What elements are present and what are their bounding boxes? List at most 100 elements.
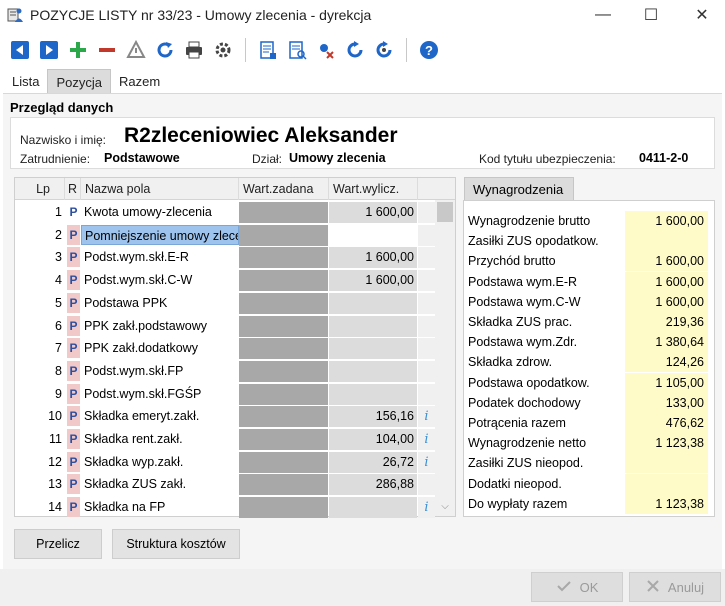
- tab-pozycja[interactable]: Pozycja: [47, 69, 111, 93]
- salary-label: Do wypłaty razem: [468, 496, 568, 511]
- table-row[interactable]: 12 P Składka wyp.zakł. 26,72 i: [15, 451, 435, 474]
- cell-name[interactable]: Składka wyp.zakł.: [81, 451, 239, 473]
- cell-wart-zadana[interactable]: [239, 429, 328, 450]
- tab-razem[interactable]: Razem: [111, 69, 168, 93]
- remove-icon[interactable]: [95, 38, 119, 62]
- cell-r: P: [67, 497, 80, 518]
- info-icon[interactable]: i: [418, 497, 435, 519]
- cell-name[interactable]: PPK zakł.podstawowy: [81, 315, 239, 337]
- anuluj-button[interactable]: Anuluj: [629, 572, 721, 602]
- table-row[interactable]: 8 P Podst.wym.skł.FP: [15, 360, 435, 383]
- table-row[interactable]: 10 P Składka emeryt.zakł. 156,16 i: [15, 405, 435, 428]
- cell-name[interactable]: Kwota umowy-zlecenia: [81, 201, 239, 223]
- info-icon[interactable]: [418, 292, 435, 314]
- cell-wart-zadana[interactable]: [239, 451, 328, 473]
- salary-value: 1 105,00: [625, 372, 708, 393]
- cell-wart-zadana[interactable]: [239, 315, 328, 337]
- scroll-down-icon[interactable]: ⌵: [435, 501, 455, 512]
- warning-icon[interactable]: [124, 38, 148, 62]
- table-row[interactable]: 9 P Podst.wym.skł.FGŚP: [15, 383, 435, 406]
- scrollbar-thumb[interactable]: [437, 202, 453, 222]
- info-icon[interactable]: [418, 247, 435, 269]
- table-row[interactable]: 2PPomniejszenie umowy zlecenia: [15, 224, 435, 247]
- cell-wart-zadana[interactable]: [239, 224, 328, 246]
- department-value: Umowy zlecenia: [289, 151, 386, 165]
- cell-r: P: [67, 429, 80, 449]
- tools-icon[interactable]: [314, 38, 338, 62]
- employment-label: Zatrudnienie:: [20, 152, 91, 166]
- check-icon: [556, 579, 572, 596]
- info-icon[interactable]: i: [418, 451, 435, 473]
- tab-lista[interactable]: Lista: [4, 69, 47, 93]
- ok-button[interactable]: OK: [531, 572, 623, 602]
- table-row[interactable]: 5 P Podstawa PPK: [15, 292, 435, 315]
- cell-name[interactable]: Podst.wym.skł.FP: [81, 360, 239, 382]
- cycle-user-icon[interactable]: [372, 38, 396, 62]
- cell-wart-zadana[interactable]: [239, 270, 328, 292]
- cell-r: P: [67, 224, 80, 245]
- table-row[interactable]: 7 P PPK zakł.dodatkowy: [15, 337, 435, 360]
- table-row[interactable]: 4 P Podst.wym.skł.C-W 1 600,00: [15, 269, 435, 292]
- header-wart-wylicz[interactable]: Wart.wylicz.: [329, 178, 418, 200]
- cell-wart-zadana[interactable]: [239, 383, 328, 405]
- info-icon[interactable]: [418, 360, 435, 382]
- info-icon[interactable]: [418, 474, 435, 496]
- cell-name[interactable]: Składka rent.zakł.: [81, 428, 239, 450]
- info-icon[interactable]: i: [418, 429, 435, 450]
- cell-wart-zadana[interactable]: [239, 247, 328, 269]
- report-icon[interactable]: [256, 38, 280, 62]
- cell-name[interactable]: Składka emeryt.zakł.: [81, 405, 239, 427]
- header-lp[interactable]: Lp: [15, 178, 65, 200]
- cell-wart-zadana[interactable]: [239, 360, 328, 382]
- table-row[interactable]: 3 P Podst.wym.skł.E-R 1 600,00: [15, 246, 435, 269]
- minimize-button[interactable]: —: [580, 0, 626, 30]
- info-icon[interactable]: [418, 315, 435, 337]
- cell-name[interactable]: Podst.wym.skł.FGŚP: [81, 383, 239, 405]
- cell-wart-zadana[interactable]: [239, 292, 328, 314]
- settings-icon[interactable]: [211, 38, 235, 62]
- info-icon[interactable]: [418, 383, 435, 405]
- cell-name[interactable]: PPK zakł.dodatkowy: [81, 337, 239, 359]
- cell-name[interactable]: Podst.wym.skł.C-W: [81, 269, 239, 291]
- info-icon[interactable]: i: [418, 406, 435, 428]
- close-button[interactable]: ✕: [679, 0, 725, 30]
- table-row[interactable]: 13 P Składka ZUS zakł. 286,88: [15, 473, 435, 496]
- next-icon[interactable]: [37, 38, 61, 62]
- cell-wart-zadana[interactable]: [239, 338, 328, 360]
- print-icon[interactable]: [182, 38, 206, 62]
- cell-name[interactable]: Podstawa PPK: [81, 292, 239, 314]
- table-row[interactable]: 1 P Kwota umowy-zlecenia 1 600,00: [15, 201, 435, 224]
- refresh-icon[interactable]: [153, 38, 177, 62]
- header-r[interactable]: R: [65, 178, 81, 200]
- cell-wart-zadana[interactable]: [239, 497, 328, 519]
- window-title: POZYCJE LISTY nr 33/23 - Umowy zlecenia …: [30, 7, 372, 23]
- help-icon[interactable]: ?: [417, 38, 441, 62]
- info-icon[interactable]: [418, 202, 435, 223]
- cycle-icon[interactable]: [343, 38, 367, 62]
- add-icon[interactable]: [66, 38, 90, 62]
- maximize-button[interactable]: ☐: [628, 0, 674, 30]
- prev-icon[interactable]: [8, 38, 32, 62]
- cell-name[interactable]: Składka na FP: [81, 496, 239, 518]
- cell-r: P: [67, 338, 80, 359]
- info-icon[interactable]: [418, 224, 435, 246]
- header-name[interactable]: Nazwa pola: [81, 178, 239, 200]
- header-wart-zadana[interactable]: Wart.zadana: [239, 178, 329, 200]
- cell-wart-zadana[interactable]: [239, 202, 328, 223]
- table-row[interactable]: 6 P PPK zakł.podstawowy: [15, 315, 435, 338]
- cell-name[interactable]: Podst.wym.skł.E-R: [81, 246, 239, 268]
- report-search-icon[interactable]: [285, 38, 309, 62]
- cell-name[interactable]: Składka ZUS zakł.: [81, 473, 239, 495]
- table-row[interactable]: 14 P Składka na FP i: [15, 496, 435, 519]
- tab-wynagrodzenia[interactable]: Wynagrodzenia: [464, 177, 574, 200]
- info-icon[interactable]: [418, 338, 435, 360]
- przelicz-button[interactable]: Przelicz: [14, 529, 102, 559]
- salary-label: Składka ZUS prac.: [468, 315, 573, 329]
- cell-wart-zadana[interactable]: [239, 406, 328, 428]
- table-row[interactable]: 11 P Składka rent.zakł. 104,00 i: [15, 428, 435, 451]
- struktura-kosztow-button[interactable]: Struktura kosztów: [112, 529, 240, 559]
- cell-wart-zadana[interactable]: [239, 474, 328, 496]
- cell-name[interactable]: Pomniejszenie umowy zlecenia: [81, 224, 239, 245]
- info-icon[interactable]: [418, 270, 435, 292]
- grid-scrollbar[interactable]: ⌵: [435, 200, 455, 516]
